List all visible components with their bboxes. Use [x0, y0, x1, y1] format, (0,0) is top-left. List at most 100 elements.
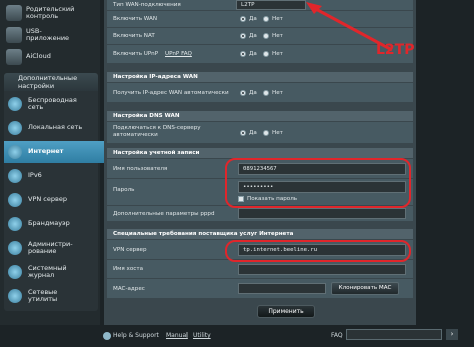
auto-dns-row: Подключаться к DNS-серверу автоматически…: [107, 122, 413, 144]
radio-label: Да: [249, 33, 257, 39]
router-settings-page: Родительский контроль USB- приложение Ai…: [0, 0, 474, 347]
auto-ip-no-radio[interactable]: [263, 90, 269, 96]
advanced-settings-header: Дополнительные настройки: [4, 73, 98, 91]
mac-row: MAC-адрес Клонировать MAC: [107, 279, 413, 299]
auto-dns-label: Подключаться к DNS-серверу автоматически: [113, 125, 201, 138]
password-label: Пароль: [113, 187, 135, 193]
l2tp-annotation: L2TP: [376, 42, 415, 58]
enable-upnp-label: Включить UPnP: [113, 51, 159, 57]
radio-label: Нет: [272, 51, 283, 57]
sidebar-item-label: Родительский контроль: [26, 4, 75, 20]
sidebar-item-administration[interactable]: Администри- рование: [4, 237, 98, 259]
sidebar: Родительский контроль USB- приложение Ai…: [0, 0, 104, 347]
network-tools-icon: [8, 289, 22, 303]
radio-label: Нет: [272, 33, 283, 39]
wifi-icon: [8, 97, 22, 111]
enable-wan-yes-radio[interactable]: [240, 16, 246, 22]
enable-upnp-no-radio[interactable]: [263, 51, 269, 57]
mac-label: MAC-адрес: [113, 286, 145, 292]
hostname-label: Имя хоста: [113, 266, 144, 272]
sidebar-item-label: Интернет: [28, 147, 64, 156]
sidebar-item-internet[interactable]: Интернет: [4, 141, 104, 163]
enable-wan-no-radio[interactable]: [263, 16, 269, 22]
auto-ip-label: Получить IP-адрес WAN автоматически: [113, 90, 229, 96]
hostname-input[interactable]: [238, 264, 406, 275]
sidebar-item-network-tools[interactable]: Сетевые утилиты: [4, 285, 98, 307]
auto-dns-yes-radio[interactable]: [240, 130, 246, 136]
sidebar-item-label: VPN сервер: [28, 195, 67, 204]
sidebar-item-label: IPv6: [28, 171, 42, 180]
ipv6-icon: [8, 169, 22, 183]
lan-icon: [8, 121, 22, 135]
radio-label: Да: [249, 16, 257, 22]
syslog-icon: [8, 265, 22, 279]
manual-link[interactable]: Manual: [166, 332, 188, 339]
sidebar-item-vpn-server[interactable]: VPN сервер: [4, 189, 98, 211]
wan-type-select[interactable]: L2TP: [236, 0, 306, 10]
sidebar-item-label: Локальная сеть: [28, 123, 83, 132]
utility-link[interactable]: Utility: [193, 332, 211, 339]
radio-label: Да: [249, 51, 257, 57]
sidebar-item-label: Беспроводная сеть: [28, 95, 77, 111]
firewall-icon: [8, 217, 22, 231]
sidebar-item-label: Сетевые утилиты: [28, 287, 58, 303]
vpn-server-label: VPN сервер: [113, 247, 147, 253]
sidebar-item-wireless[interactable]: Беспроводная сеть: [4, 93, 98, 115]
sidebar-item-lan[interactable]: Локальная сеть: [4, 117, 98, 139]
pppd-input[interactable]: [238, 208, 406, 219]
search-icon[interactable]: ›: [446, 329, 458, 340]
enable-nat-yes-radio[interactable]: [240, 33, 246, 39]
sidebar-item-system-log[interactable]: Системный журнал: [4, 261, 98, 283]
sidebar-item-ipv6[interactable]: IPv6: [4, 165, 98, 187]
globe-icon: [8, 145, 22, 159]
faq-search-input[interactable]: [346, 329, 442, 340]
apply-button[interactable]: Применить: [257, 305, 315, 318]
vpn-icon: [8, 193, 22, 207]
sidebar-item-label: USB- приложение: [26, 26, 70, 42]
advanced-settings-list: Беспроводная сеть Локальная сеть Интерне…: [4, 91, 104, 311]
help-icon: [103, 332, 111, 340]
mac-input[interactable]: [238, 283, 326, 294]
aicloud-icon: [6, 49, 22, 65]
sidebar-item-parental-control[interactable]: Родительский контроль: [4, 2, 96, 24]
vpn-server-highlight-oval: [225, 240, 411, 262]
radio-label: Да: [249, 130, 257, 136]
pppd-row: Дополнительные параметры pppd: [107, 206, 413, 222]
enable-nat-label: Включить NAT: [113, 33, 155, 39]
username-label: Имя пользователя: [113, 166, 168, 172]
auto-ip-yes-radio[interactable]: [240, 90, 246, 96]
sidebar-item-label: AiCloud: [26, 52, 51, 61]
admin-icon: [8, 241, 22, 255]
sidebar-item-label: Администри- рование: [28, 239, 73, 255]
radio-label: Да: [249, 90, 257, 96]
footer: Help & Support Manual | Utility FAQ ›: [0, 325, 474, 347]
clone-mac-button[interactable]: Клонировать MAC: [331, 282, 399, 295]
enable-upnp-yes-radio[interactable]: [240, 51, 246, 57]
enable-nat-no-radio[interactable]: [263, 33, 269, 39]
help-support-link[interactable]: Help & Support: [113, 332, 159, 339]
auto-ip-row: Получить IP-адрес WAN автоматически Да Н…: [107, 83, 413, 103]
sidebar-item-label: Системный журнал: [28, 263, 67, 279]
usb-app-icon: [6, 27, 22, 43]
faq-label: FAQ: [331, 332, 343, 339]
upnp-faq-link[interactable]: UPnP FAQ: [165, 51, 192, 58]
account-highlight-oval: [225, 158, 411, 208]
pppd-label: Дополнительные параметры pppd: [113, 211, 215, 217]
sidebar-item-usb-app[interactable]: USB- приложение: [4, 24, 96, 46]
radio-label: Нет: [272, 90, 283, 96]
radio-label: Нет: [272, 16, 283, 22]
parental-control-icon: [6, 5, 22, 21]
wan-type-label: Тип WAN-подключения: [113, 2, 181, 8]
auto-dns-no-radio[interactable]: [263, 130, 269, 136]
enable-wan-label: Включить WAN: [113, 16, 158, 22]
sidebar-item-firewall[interactable]: Брандмауэр: [4, 213, 98, 235]
hostname-row: Имя хоста: [107, 260, 413, 279]
ip-section-title: Настройка IP-адреса WAN: [107, 72, 413, 82]
radio-label: Нет: [272, 130, 283, 136]
sidebar-item-label: Брандмауэр: [28, 219, 70, 228]
account-section-title: Настройка учетной записи: [107, 148, 413, 158]
dns-section-title: Настройка DNS WAN: [107, 111, 413, 121]
sidebar-item-aicloud[interactable]: AiCloud: [4, 46, 96, 68]
isp-section-title: Специальные требования поставщика услуг …: [107, 229, 413, 239]
footer-separator: |: [186, 332, 189, 339]
